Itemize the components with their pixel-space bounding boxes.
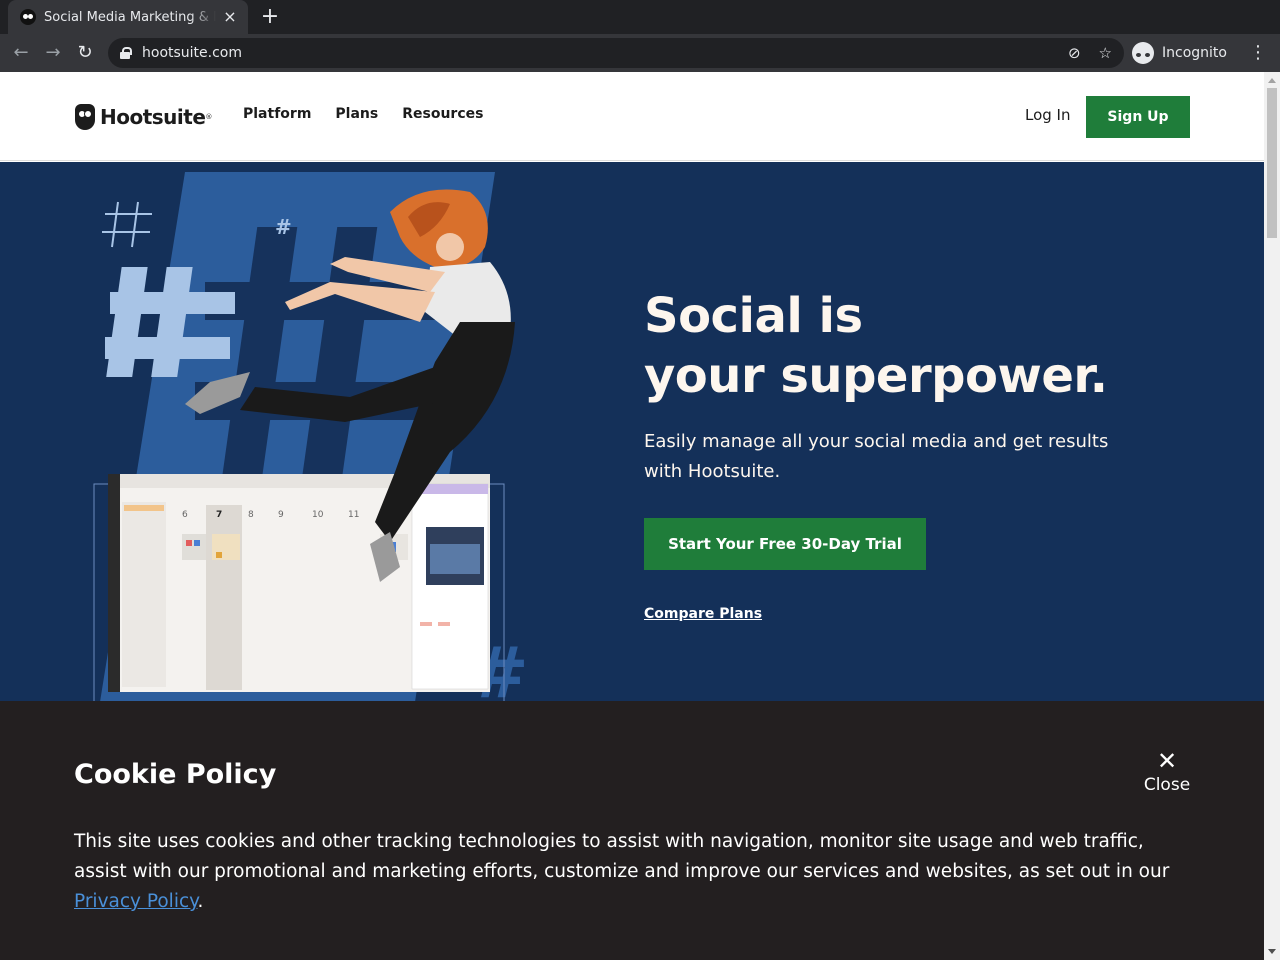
hero-illustration: # # # # 6 7 8 9 10 11 12	[93, 172, 529, 702]
hero-heading-line-2: your superpower.	[644, 348, 1108, 404]
hootsuite-logo[interactable]: Hootsuite ®	[75, 104, 212, 130]
browser-tab[interactable]: Social Media Marketing & Management Dash…	[8, 0, 248, 34]
free-trial-button[interactable]: Start Your Free 30-Day Trial	[644, 518, 926, 570]
close-label[interactable]: Close	[1140, 775, 1194, 795]
hero-subtitle: Easily manage all your social media and …	[644, 431, 1109, 482]
bookmark-star-icon[interactable]: ☆	[1099, 44, 1112, 62]
tab-title: Social Media Marketing & Management Dash…	[44, 9, 216, 25]
signup-button[interactable]: Sign Up	[1086, 96, 1190, 138]
page-scrollbar[interactable]	[1264, 72, 1280, 960]
incognito-indicator[interactable]: Incognito	[1132, 39, 1227, 67]
back-icon[interactable]: ←	[8, 40, 34, 66]
site-header: Hootsuite ® Platform Plans Resources Log…	[0, 72, 1264, 161]
calendar-day-label: 6	[182, 510, 188, 520]
browser-toolbar: ← → ↻ hootsuite.com ⊘ ☆ Incognito ⋮	[0, 34, 1280, 72]
nav-item-plans[interactable]: Plans	[335, 106, 378, 122]
dashboard-sidebar	[108, 474, 120, 692]
scrollbar-thumb[interactable]	[1267, 88, 1277, 238]
tab-close-icon[interactable]: ×	[222, 9, 238, 25]
outline-hashtag-shape	[102, 201, 152, 248]
calendar-day-label: 8	[248, 510, 254, 520]
cookie-policy-banner: Cookie Policy ✕ Close This site uses coo…	[0, 701, 1264, 960]
calendar-day-label: 9	[278, 510, 284, 520]
hero-heading-line-1: Social is	[644, 288, 863, 344]
cookie-text-body: This site uses cookies and other trackin…	[74, 831, 1170, 882]
privacy-policy-link[interactable]: Privacy Policy	[74, 891, 197, 912]
main-nav: Platform Plans Resources	[243, 106, 483, 122]
cookie-policy-title: Cookie Policy	[74, 759, 277, 790]
hero-heading: Social is your superpower.	[644, 286, 1108, 406]
cookie-close-button[interactable]: ✕ Close	[1140, 749, 1194, 795]
hootsuite-favicon-icon	[20, 9, 36, 25]
login-link[interactable]: Log In	[1025, 106, 1071, 124]
compare-plans-link[interactable]: Compare Plans	[644, 606, 762, 622]
calendar-day-label: 7	[216, 510, 222, 520]
calendar-day-label: 11	[348, 510, 359, 520]
logo-registered-mark: ®	[205, 113, 213, 121]
tracking-blocked-eye-icon[interactable]: ⊘	[1068, 44, 1081, 62]
url-text[interactable]: hootsuite.com	[142, 45, 1050, 61]
incognito-label: Incognito	[1162, 45, 1227, 61]
incognito-icon	[1132, 42, 1154, 64]
forward-icon[interactable]: →	[40, 40, 66, 66]
nav-item-resources[interactable]: Resources	[402, 106, 483, 122]
calendar-day-label: 10	[312, 510, 324, 520]
scroll-up-arrow-icon[interactable]	[1268, 78, 1276, 83]
reload-icon[interactable]: ↻	[72, 40, 98, 66]
new-tab-button[interactable]: +	[258, 5, 282, 29]
small-hashtag-top: #	[275, 215, 292, 239]
cookie-text-end: .	[197, 891, 204, 912]
lock-icon[interactable]	[120, 47, 132, 59]
close-icon[interactable]: ✕	[1140, 749, 1194, 773]
cookie-policy-text: This site uses cookies and other trackin…	[74, 827, 1184, 917]
owl-logo-icon	[75, 104, 95, 130]
page-viewport: Hootsuite ® Platform Plans Resources Log…	[0, 72, 1264, 960]
logo-text: Hootsuite	[100, 105, 206, 129]
address-bar[interactable]: hootsuite.com ⊘ ☆	[108, 38, 1124, 68]
scroll-down-arrow-icon[interactable]	[1268, 949, 1276, 954]
nav-item-platform[interactable]: Platform	[243, 106, 311, 122]
hero-section: # # # # 6 7 8 9 10 11 12	[0, 162, 1264, 702]
browser-tab-bar: Social Media Marketing & Management Dash…	[0, 0, 1280, 34]
browser-menu-icon[interactable]: ⋮	[1248, 42, 1268, 64]
